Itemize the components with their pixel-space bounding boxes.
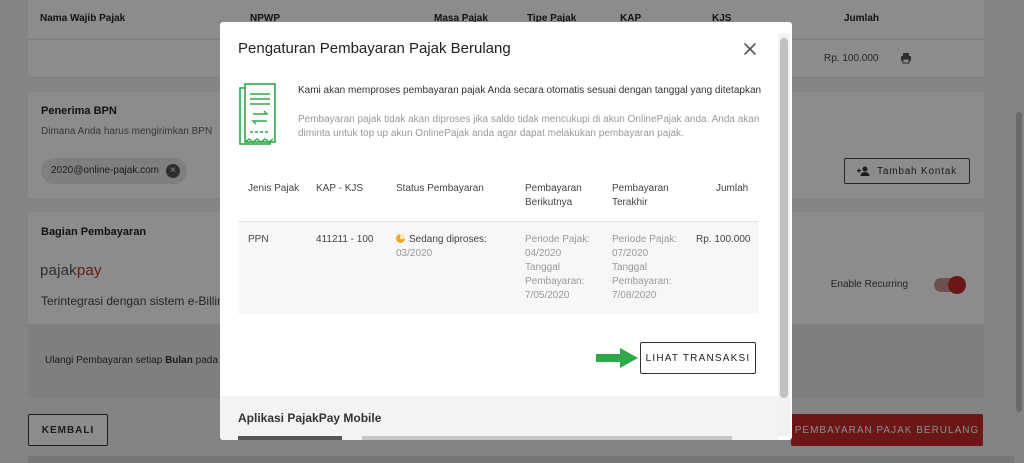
th-payment-status: Status Pembayaran — [396, 183, 484, 194]
processing-status-icon — [396, 234, 405, 243]
close-icon[interactable] — [741, 40, 759, 58]
cell-tax-type: PPN — [248, 234, 269, 245]
receipt-transfer-icon — [239, 83, 276, 145]
cell-kap-kjs: 411211 - 100 — [316, 234, 374, 245]
view-transactions-button[interactable]: LIHAT TRANSAKSI — [640, 342, 756, 374]
recurring-table: Jenis Pajak KAP - KJS Status Pembayaran … — [238, 172, 759, 314]
cell-amount: Rp. 100.000 — [696, 234, 751, 245]
modal-title: Pengaturan Pembayaran Pajak Berulang — [238, 40, 511, 57]
modal-scrollbar[interactable] — [778, 34, 790, 436]
mobile-app-text-stub — [362, 436, 732, 440]
info-sub-text: Pembayaran pajak tidak akan diproses jik… — [298, 114, 760, 139]
cell-payment-status: Sedang diproses: 03/2020 — [396, 233, 506, 261]
modal-scrollbar-thumb[interactable] — [780, 38, 788, 398]
th-next-payment: Pembayaran Berikutnya — [525, 183, 582, 208]
recurring-payment-modal: Pengaturan Pembayaran Pajak Berulang Kam… — [220, 22, 792, 440]
status-period: 03/2020 — [396, 248, 433, 259]
th-kap-kjs: KAP - KJS — [316, 183, 364, 194]
cell-last-payment: Periode Pajak: 07/2020 Tanggal Pembayara… — [612, 234, 678, 301]
status-label: Sedang diproses: — [409, 234, 487, 245]
mobile-app-image-stub — [238, 436, 342, 440]
arrow-right-icon — [596, 348, 638, 368]
table-row: PPN 411211 - 100 Sedang diproses: 03/202… — [238, 222, 759, 314]
cell-next-payment: Periode Pajak: 04/2020 Tanggal Pembayara… — [525, 234, 591, 301]
info-main-text: Kami akan memproses pembayaran pajak And… — [298, 85, 762, 96]
mobile-app-title: Aplikasi PajakPay Mobile — [238, 411, 382, 425]
recurring-table-header: Jenis Pajak KAP - KJS Status Pembayaran … — [238, 172, 759, 222]
th-amount: Jumlah — [716, 183, 749, 194]
th-tax-type: Jenis Pajak — [248, 183, 300, 194]
th-last-payment: Pembayaran Terakhir — [612, 183, 669, 208]
mobile-app-section: Aplikasi PajakPay Mobile — [220, 396, 778, 440]
